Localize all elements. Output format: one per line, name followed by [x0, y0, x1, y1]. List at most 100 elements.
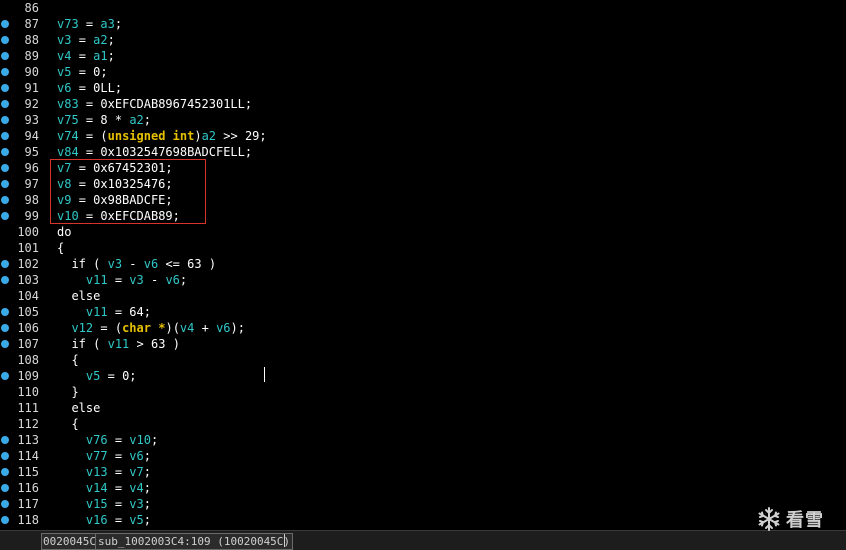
code-line[interactable]: 104 else — [0, 288, 846, 304]
code-text: v3 = a2; — [57, 33, 115, 47]
code-line[interactable]: 107 if ( v11 > 63 ) — [0, 336, 846, 352]
breakpoint-dot-icon[interactable] — [1, 484, 9, 492]
line-number: 106 — [17, 321, 39, 335]
breakpoint-dot-icon[interactable] — [1, 212, 9, 220]
breakpoint-dot-icon[interactable] — [1, 68, 9, 76]
line-number: 92 — [24, 97, 39, 111]
code-line[interactable]: 101 { — [0, 240, 846, 256]
code-text: v11 = v3 - v6; — [85, 273, 188, 287]
code-text: v11 = 64; — [85, 305, 151, 319]
code-line[interactable]: 94 v74 = (unsigned int)a2 >> 29; — [0, 128, 846, 144]
breakpoint-dot-icon[interactable] — [1, 308, 9, 316]
code-text: v15 = v3; — [85, 497, 151, 511]
code-line[interactable]: 86 — [0, 0, 846, 16]
code-line[interactable]: 102 if ( v3 - v6 <= 63 ) — [0, 256, 846, 272]
line-number: 90 — [24, 65, 39, 79]
code-text: v12 = (char *)(v4 + v6); — [71, 321, 245, 335]
status-function-location[interactable]: sub_1002003C4:109 (10020045C) — [95, 533, 294, 550]
code-line[interactable]: 109 v5 = 0; — [0, 368, 846, 384]
breakpoint-dot-icon[interactable] — [1, 276, 9, 284]
code-line[interactable]: 100 do — [0, 224, 846, 240]
code-line[interactable]: 113 v76 = v10; — [0, 432, 846, 448]
line-number: 95 — [24, 145, 39, 159]
code-line[interactable]: 118 v16 = v5; — [0, 512, 846, 528]
breakpoint-dot-icon[interactable] — [1, 468, 9, 476]
breakpoint-dot-icon[interactable] — [1, 36, 9, 44]
breakpoint-dot-icon[interactable] — [1, 52, 9, 60]
breakpoint-dot-icon[interactable] — [1, 452, 9, 460]
status-separator — [284, 534, 285, 547]
line-number: 103 — [17, 273, 39, 287]
code-text: v14 = v4; — [85, 481, 151, 495]
code-line[interactable]: 90 v5 = 0; — [0, 64, 846, 80]
code-line[interactable]: 112 { — [0, 416, 846, 432]
line-number: 86 — [24, 1, 39, 15]
line-number: 114 — [17, 449, 39, 463]
code-text: v73 = a3; — [57, 17, 123, 31]
breakpoint-dot-icon[interactable] — [1, 100, 9, 108]
code-text: } — [71, 385, 79, 399]
line-number: 97 — [24, 177, 39, 191]
snowflake-icon — [758, 507, 780, 531]
line-number: 104 — [17, 289, 39, 303]
code-line[interactable]: 114 v77 = v6; — [0, 448, 846, 464]
breakpoint-dot-icon[interactable] — [1, 20, 9, 28]
text-cursor — [264, 367, 265, 382]
line-number: 111 — [17, 401, 39, 415]
code-line[interactable]: 115 v13 = v7; — [0, 464, 846, 480]
code-line[interactable]: 111 else — [0, 400, 846, 416]
breakpoint-dot-icon[interactable] — [1, 132, 9, 140]
breakpoint-dot-icon[interactable] — [1, 324, 9, 332]
line-number: 99 — [24, 209, 39, 223]
code-line[interactable]: 95 v84 = 0x1032547698BADCFELL; — [0, 144, 846, 160]
line-number: 93 — [24, 113, 39, 127]
status-bar: 0020045C sub_1002003C4:109 (10020045C) — [0, 530, 846, 550]
line-number: 100 — [17, 225, 39, 239]
watermark: 看雪 — [756, 505, 824, 533]
breakpoint-dot-icon[interactable] — [1, 436, 9, 444]
code-text: { — [71, 417, 79, 431]
breakpoint-dot-icon[interactable] — [1, 148, 9, 156]
code-text: else — [71, 289, 101, 303]
code-line[interactable]: 106 v12 = (char *)(v4 + v6); — [0, 320, 846, 336]
breakpoint-dot-icon[interactable] — [1, 116, 9, 124]
line-number: 109 — [17, 369, 39, 383]
code-line[interactable]: 108 { — [0, 352, 846, 368]
code-line[interactable]: 117 v15 = v3; — [0, 496, 846, 512]
breakpoint-dot-icon[interactable] — [1, 340, 9, 348]
code-text: v84 = 0x1032547698BADCFELL; — [57, 145, 253, 159]
breakpoint-dot-icon[interactable] — [1, 84, 9, 92]
code-line[interactable]: 92 v83 = 0xEFCDAB8967452301LL; — [0, 96, 846, 112]
line-number: 117 — [17, 497, 39, 511]
breakpoint-dot-icon[interactable] — [1, 516, 9, 524]
breakpoint-dot-icon[interactable] — [1, 180, 9, 188]
breakpoint-dot-icon[interactable] — [1, 196, 9, 204]
code-line[interactable]: 87 v73 = a3; — [0, 16, 846, 32]
breakpoint-dot-icon[interactable] — [1, 500, 9, 508]
code-text: v76 = v10; — [85, 433, 159, 447]
code-line[interactable]: 91 v6 = 0LL; — [0, 80, 846, 96]
highlight-box — [50, 159, 206, 224]
code-text: v13 = v7; — [85, 465, 151, 479]
code-line[interactable]: 103 v11 = v3 - v6; — [0, 272, 846, 288]
code-line[interactable]: 105 v11 = 64; — [0, 304, 846, 320]
code-line[interactable]: 88 v3 = a2; — [0, 32, 846, 48]
breakpoint-dot-icon[interactable] — [1, 372, 9, 380]
breakpoint-dot-icon[interactable] — [1, 164, 9, 172]
code-text: v6 = 0LL; — [57, 81, 123, 95]
status-address[interactable]: 0020045C — [41, 533, 98, 550]
breakpoint-dot-icon[interactable] — [1, 260, 9, 268]
code-line[interactable]: 110 } — [0, 384, 846, 400]
code-text: else — [71, 401, 101, 415]
code-line[interactable]: 89 v4 = a1; — [0, 48, 846, 64]
line-number: 87 — [24, 17, 39, 31]
pseudocode-editor[interactable]: 86 87 v73 = a3; 88 v3 = a2; 89 v4 = a1; 90 v5 = … — [0, 0, 846, 530]
code-text: v16 = v5; — [85, 513, 151, 527]
code-line[interactable]: 93 v75 = 8 * a2; — [0, 112, 846, 128]
line-number: 101 — [17, 241, 39, 255]
line-number: 118 — [17, 513, 39, 527]
code-text: v75 = 8 * a2; — [57, 113, 152, 127]
code-line[interactable]: 116 v14 = v4; — [0, 480, 846, 496]
code-text: if ( v3 - v6 <= 63 ) — [71, 257, 217, 271]
line-number: 102 — [17, 257, 39, 271]
